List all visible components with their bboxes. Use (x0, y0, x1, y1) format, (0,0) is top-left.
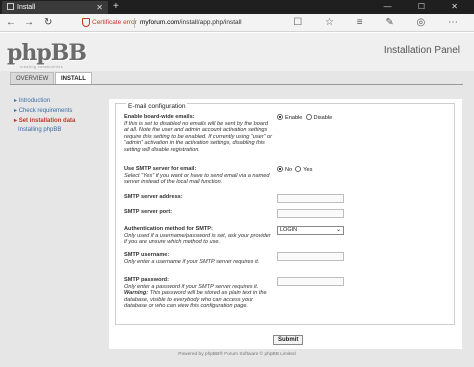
toolbar-icons[interactable]: ☐ ☆ ≡ ✎ ◎ ⋯ (293, 16, 468, 30)
auth-method-select[interactable]: LOGIN ⌄ (277, 226, 344, 235)
use-smtp-label: Use SMTP server for email: Select “Yes” … (124, 166, 270, 186)
smtp-username-input[interactable] (277, 252, 344, 261)
sidebar-item-installing-phpbb: Installing phpBB (18, 127, 62, 134)
certificate-error[interactable]: Certificate error (92, 18, 137, 28)
page: phpBB creating communities Installation … (0, 33, 474, 367)
sidebar: ▸ Introduction ▸ Check requirements ▸ Se… (10, 97, 110, 136)
back-button[interactable]: ← (6, 16, 16, 30)
address-bar[interactable]: myforum.com/install/app.php/install (140, 18, 242, 28)
fieldset-legend: E-mail configuration (126, 103, 188, 110)
use-smtp-options: No Yes (277, 166, 312, 174)
smtp-password-label: SMTP password: Only enter a password if … (124, 277, 267, 310)
submit-button[interactable]: Submit (273, 335, 304, 345)
url-host: myforum.com (140, 19, 180, 26)
window-controls[interactable]: — ☐ ✕ (384, 0, 470, 14)
board-emails-options: Enable Disable (277, 114, 332, 122)
close-tab-icon[interactable]: ✕ (96, 1, 103, 14)
phpbb-logo: phpBB (7, 40, 87, 66)
sidebar-item-set-installation-data[interactable]: ▸ Set installation data (10, 117, 110, 127)
smtp-port-input[interactable] (277, 209, 344, 218)
tab-overview[interactable]: OVERVIEW (10, 72, 55, 84)
page-icon (7, 3, 14, 10)
email-config-fieldset: E-mail configuration Enable board-wide e… (115, 103, 455, 325)
page-footer: Powered by phpBB® Forum Software © phpBB… (178, 352, 296, 357)
no-radio[interactable] (277, 166, 283, 172)
logo-tagline: creating communities (20, 65, 64, 69)
board-emails-label: Enable board-wide emails: If this is set… (124, 114, 272, 153)
chevron-down-icon: ⌄ (335, 227, 341, 233)
browser-tab[interactable]: Install ✕ (2, 1, 108, 14)
enable-radio[interactable] (277, 114, 283, 120)
new-tab-button[interactable]: + (113, 0, 119, 14)
tab-title: Install (17, 4, 36, 11)
browser-titlebar: Install ✕ + — ☐ ✕ (0, 0, 474, 14)
refresh-button[interactable]: ↻ (44, 16, 52, 30)
sidebar-item-introduction[interactable]: ▸ Introduction (10, 97, 110, 107)
auth-method-label: Authentication method for SMTP: Only use… (124, 226, 271, 246)
page-header: phpBB creating communities Installation … (0, 33, 474, 71)
url-path: /install/app.php/install (179, 19, 242, 26)
smtp-port-label: SMTP server port: (124, 209, 173, 215)
smtp-username-label: SMTP username: Only enter a username if … (124, 252, 260, 265)
disable-radio[interactable] (305, 114, 312, 120)
sidebar-item-check-requirements[interactable]: ▸ Check requirements (10, 107, 110, 117)
forward-button[interactable]: → (24, 16, 34, 30)
panel-title: Installation Panel (383, 45, 460, 56)
main-content: E-mail configuration Enable board-wide e… (109, 99, 462, 349)
tab-divider (10, 84, 463, 85)
url-divider (134, 18, 135, 28)
smtp-password-input[interactable] (277, 277, 344, 286)
browser-navbar: ← → ↻ Certificate error myforum.com/inst… (0, 14, 474, 32)
smtp-address-input[interactable] (277, 194, 344, 203)
tab-install[interactable]: INSTALL (55, 72, 92, 84)
shield-warning-icon[interactable] (82, 18, 90, 27)
yes-radio[interactable] (295, 166, 302, 172)
smtp-address-label: SMTP server address: (124, 194, 183, 200)
